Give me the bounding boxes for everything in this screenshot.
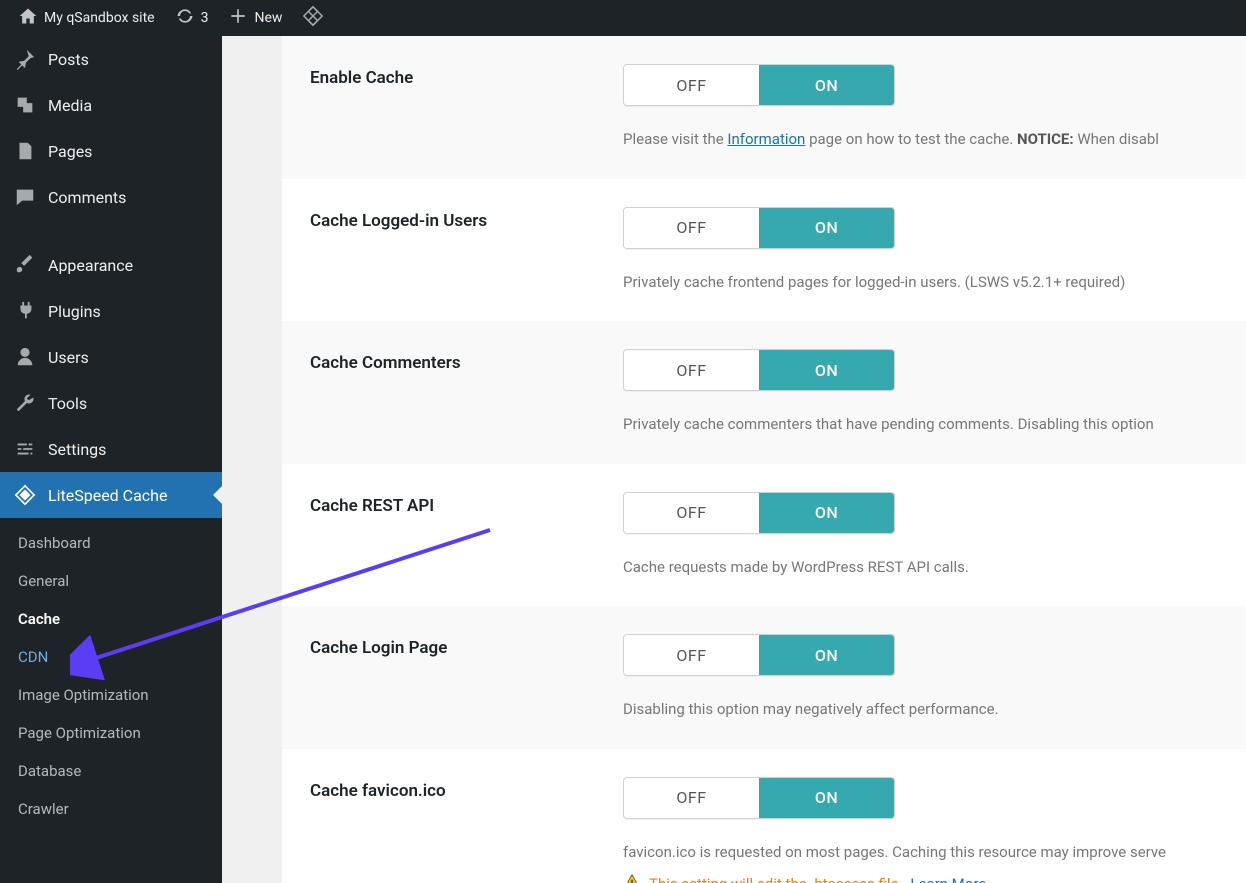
updates-count: 3 <box>201 10 209 26</box>
toggle-cache-favicon[interactable]: OFF ON <box>623 777 895 819</box>
sidebar-item-posts[interactable]: Posts <box>0 36 222 82</box>
toggle-cache-login-page[interactable]: OFF ON <box>623 634 895 676</box>
sidebar-item-label: Pages <box>48 142 92 161</box>
setting-description: Privately cache frontend pages for logge… <box>623 271 1246 294</box>
setting-cache-commenters: Cache Commenters OFF ON Privately cache … <box>282 321 1246 464</box>
sidebar-item-label: Posts <box>48 50 89 69</box>
home-icon <box>18 6 38 30</box>
setting-cache-rest-api: Cache REST API OFF ON Cache requests mad… <box>282 464 1246 607</box>
setting-cache-favicon: Cache favicon.ico OFF ON favicon.ico is … <box>282 749 1246 883</box>
notice-label: NOTICE: <box>1017 130 1074 148</box>
sidebar-item-appearance[interactable]: Appearance <box>0 242 222 288</box>
submenu-page-optimization[interactable]: Page Optimization <box>0 714 222 752</box>
sidebar-item-label: Users <box>48 348 89 367</box>
setting-cache-logged-in-users: Cache Logged-in Users OFF ON Privately c… <box>282 179 1246 322</box>
toggle-off[interactable]: OFF <box>624 778 759 818</box>
toggle-on[interactable]: ON <box>759 350 894 390</box>
litespeed-topbar-link[interactable] <box>292 0 334 36</box>
setting-label: Cache Commenters <box>310 349 623 436</box>
setting-description: Disabling this option may negatively aff… <box>623 698 1246 721</box>
sidebar-item-users[interactable]: Users <box>0 334 222 380</box>
submenu-image-optimization[interactable]: Image Optimization <box>0 676 222 714</box>
pin-icon <box>14 48 36 70</box>
setting-description: Please visit the Information page on how… <box>623 128 1246 151</box>
setting-label: Cache Login Page <box>310 634 623 721</box>
user-icon <box>14 346 36 368</box>
setting-enable-cache: Enable Cache OFF ON Please visit the Inf… <box>282 36 1246 179</box>
sidebar-item-settings[interactable]: Settings <box>0 426 222 472</box>
sidebar-item-label: Tools <box>48 394 87 413</box>
learn-more-link[interactable]: Learn More <box>910 875 986 883</box>
site-name-label: My qSandbox site <box>44 10 155 26</box>
new-label: New <box>254 10 282 26</box>
toggle-cache-commenters[interactable]: OFF ON <box>623 349 895 391</box>
admin-sidebar: Posts Media Pages Comments Appearance Pl… <box>0 36 222 883</box>
sidebar-item-label: Plugins <box>48 302 101 321</box>
submenu-dashboard[interactable]: Dashboard <box>0 524 222 562</box>
toggle-on[interactable]: ON <box>759 635 894 675</box>
toggle-off[interactable]: OFF <box>624 350 759 390</box>
toggle-off[interactable]: OFF <box>624 65 759 105</box>
setting-label: Cache REST API <box>310 492 623 579</box>
warning-icon <box>623 873 641 883</box>
refresh-icon <box>175 6 195 30</box>
setting-label: Cache Logged-in Users <box>310 207 623 294</box>
setting-description: Cache requests made by WordPress REST AP… <box>623 556 1246 579</box>
setting-description: Privately cache commenters that have pen… <box>623 413 1246 436</box>
toggle-on[interactable]: ON <box>759 778 894 818</box>
comment-icon <box>14 186 36 208</box>
setting-label: Enable Cache <box>310 64 623 151</box>
submenu-database[interactable]: Database <box>0 752 222 790</box>
toggle-off[interactable]: OFF <box>624 493 759 533</box>
sidebar-item-label: Media <box>48 96 92 115</box>
htaccess-warning: This setting will edit the .htaccess fil… <box>623 873 1246 883</box>
submenu-cache[interactable]: Cache <box>0 600 222 638</box>
new-content-link[interactable]: New <box>218 0 292 36</box>
submenu-cdn[interactable]: CDN <box>0 638 222 676</box>
brush-icon <box>14 254 36 276</box>
information-link[interactable]: Information <box>727 130 805 148</box>
main-content: Enable Cache OFF ON Please visit the Inf… <box>222 36 1246 883</box>
media-icon <box>14 94 36 116</box>
diamond-icon <box>302 5 324 31</box>
sliders-icon <box>14 438 36 460</box>
sidebar-item-media[interactable]: Media <box>0 82 222 128</box>
toggle-cache-rest-api[interactable]: OFF ON <box>623 492 895 534</box>
toggle-off[interactable]: OFF <box>624 208 759 248</box>
admin-bar: My qSandbox site 3 New <box>0 0 1246 36</box>
toggle-on[interactable]: ON <box>759 65 894 105</box>
wrench-icon <box>14 392 36 414</box>
toggle-on[interactable]: ON <box>759 208 894 248</box>
toggle-on[interactable]: ON <box>759 493 894 533</box>
sidebar-item-label: Appearance <box>48 256 133 275</box>
pages-icon <box>14 140 36 162</box>
submenu-general[interactable]: General <box>0 562 222 600</box>
setting-description: favicon.ico is requested on most pages. … <box>623 841 1246 864</box>
toggle-cache-logged-in[interactable]: OFF ON <box>623 207 895 249</box>
warning-text: This setting will edit the .htaccess fil… <box>649 875 902 883</box>
plus-icon <box>228 6 248 30</box>
toggle-off[interactable]: OFF <box>624 635 759 675</box>
sidebar-item-litespeed-cache[interactable]: LiteSpeed Cache <box>0 472 222 518</box>
sidebar-item-tools[interactable]: Tools <box>0 380 222 426</box>
sidebar-item-label: Comments <box>48 188 126 207</box>
submenu-crawler[interactable]: Crawler <box>0 790 222 828</box>
sidebar-item-comments[interactable]: Comments <box>0 174 222 220</box>
setting-cache-login-page: Cache Login Page OFF ON Disabling this o… <box>282 606 1246 749</box>
sidebar-item-pages[interactable]: Pages <box>0 128 222 174</box>
toggle-enable-cache[interactable]: OFF ON <box>623 64 895 106</box>
plug-icon <box>14 300 36 322</box>
setting-label: Cache favicon.ico <box>310 777 623 883</box>
sidebar-item-label: Settings <box>48 440 106 459</box>
sidebar-item-label: LiteSpeed Cache <box>48 486 167 505</box>
updates-link[interactable]: 3 <box>165 0 219 36</box>
sidebar-item-plugins[interactable]: Plugins <box>0 288 222 334</box>
site-name-link[interactable]: My qSandbox site <box>8 0 165 36</box>
diamond-icon <box>14 484 36 506</box>
litespeed-submenu: Dashboard General Cache CDN Image Optimi… <box>0 518 222 840</box>
